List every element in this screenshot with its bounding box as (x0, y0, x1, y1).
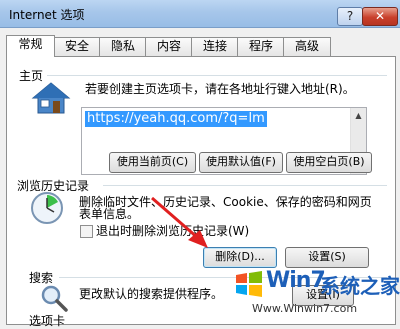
tab-advanced[interactable]: 高级 (283, 37, 331, 56)
watermark: Win7 系统之家 Www.Winwin7.com (236, 268, 400, 323)
use-blank-button[interactable]: 使用空白页(B) (286, 152, 372, 173)
homepage-divider (47, 75, 387, 76)
use-default-button[interactable]: 使用默认值(F) (199, 152, 283, 173)
tab-connections[interactable]: 连接 (191, 37, 239, 56)
windows-logo-icon (236, 271, 262, 297)
history-description-line2: 表单信息。 (79, 207, 140, 221)
watermark-url: Www.Winwin7.com (252, 302, 358, 315)
history-settings-button[interactable]: 设置(S) (285, 247, 369, 268)
magnifier-icon (41, 285, 68, 312)
tab-privacy[interactable]: 隐私 (99, 37, 147, 56)
close-button[interactable]: ✕ (362, 7, 398, 26)
tab-programs[interactable]: 程序 (237, 37, 285, 56)
clock-icon (31, 192, 63, 224)
tabs-section-label: 选项卡 (29, 314, 66, 328)
delete-history-button[interactable]: 删除(D)... (203, 247, 277, 268)
watermark-logo: Win7 (266, 268, 326, 293)
house-icon (31, 82, 71, 114)
help-button[interactable]: ? (337, 7, 363, 26)
red-arrow-icon (151, 196, 208, 248)
tab-security[interactable]: 安全 (53, 37, 101, 56)
homepage-description: 若要创建主页选项卡，请在各地址行键入地址(R)。 (85, 82, 355, 96)
delete-on-exit-checkbox[interactable] (80, 225, 93, 238)
window-title: Internet 选项 (9, 8, 85, 22)
use-current-button[interactable]: 使用当前页(C) (109, 152, 196, 173)
homepage-url-text[interactable]: https://yeah.qq.com/?q=lm (85, 111, 267, 127)
scroll-up-icon[interactable]: ▲ (351, 108, 366, 123)
title-bar: Internet 选项 ? ✕ (0, 0, 400, 28)
watermark-suffix: 系统之家 (320, 274, 400, 298)
history-divider (103, 185, 387, 186)
tab-content[interactable]: 内容 (145, 37, 193, 56)
search-description: 更改默认的搜索提供程序。 (79, 287, 224, 301)
tab-general[interactable]: 常规 (6, 35, 55, 57)
